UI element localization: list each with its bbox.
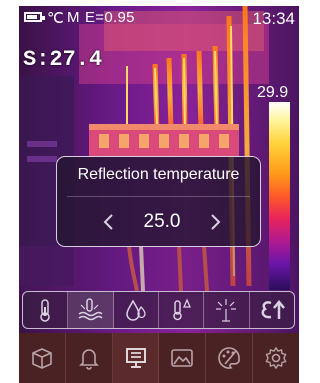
- nav-palette[interactable]: [206, 333, 254, 383]
- spark-button[interactable]: [204, 292, 250, 328]
- chevron-right-icon: [211, 214, 221, 230]
- nav-package[interactable]: [19, 333, 66, 383]
- status-bar: ℃ M E=0.95 13:34: [19, 6, 299, 30]
- emissivity-icon: [261, 300, 285, 319]
- reflection-temperature-value[interactable]: 25.0: [127, 211, 197, 233]
- dialog-divider: [67, 196, 250, 197]
- bell-icon: [78, 349, 99, 370]
- palette-icon: [218, 347, 241, 369]
- reflection-temperature-button[interactable]: [68, 292, 114, 328]
- temperature-delta-button[interactable]: [159, 292, 205, 328]
- dialog-title: Reflection temperature: [77, 166, 240, 183]
- emissivity-button[interactable]: [250, 292, 294, 328]
- reflection-temperature-icon: [79, 298, 104, 321]
- thermometer-icon: [40, 299, 50, 322]
- measure-mode: M: [67, 9, 80, 26]
- nav-alarm[interactable]: [66, 333, 113, 383]
- gear-icon: [265, 346, 287, 370]
- nav-image[interactable]: [159, 333, 207, 383]
- temperature-unit: ℃: [47, 10, 64, 27]
- emissivity-value: E=0.95: [85, 9, 135, 26]
- temperature-delta-icon: [173, 298, 192, 321]
- bottom-menu-bar: [19, 333, 299, 383]
- nav-settings[interactable]: [253, 333, 299, 383]
- battery-icon: [24, 12, 45, 22]
- chevron-left-icon: [103, 214, 113, 230]
- nav-display[interactable]: [112, 333, 160, 383]
- spot-temperature: S:27.4: [23, 47, 103, 72]
- clock: 13:34: [252, 9, 295, 28]
- decrease-button[interactable]: [97, 210, 121, 234]
- parameter-toolbar: [22, 291, 295, 329]
- image-icon: [171, 349, 194, 367]
- package-icon: [32, 348, 52, 369]
- reflection-temperature-dialog: Reflection temperature 25.0: [56, 156, 261, 247]
- thermal-camera-screen: ℃ M E=0.95 13:34 S:27.4 29.9 Reflection …: [19, 6, 299, 383]
- scale-max-label: 29.9: [257, 84, 289, 101]
- spark-icon: [216, 299, 237, 322]
- color-scale-bar: [269, 102, 290, 290]
- humidity-drop-icon: [126, 299, 146, 321]
- humidity-button[interactable]: [114, 292, 159, 328]
- display-icon: [125, 348, 146, 368]
- thermometer-button[interactable]: [23, 292, 69, 328]
- increase-button[interactable]: [203, 210, 227, 234]
